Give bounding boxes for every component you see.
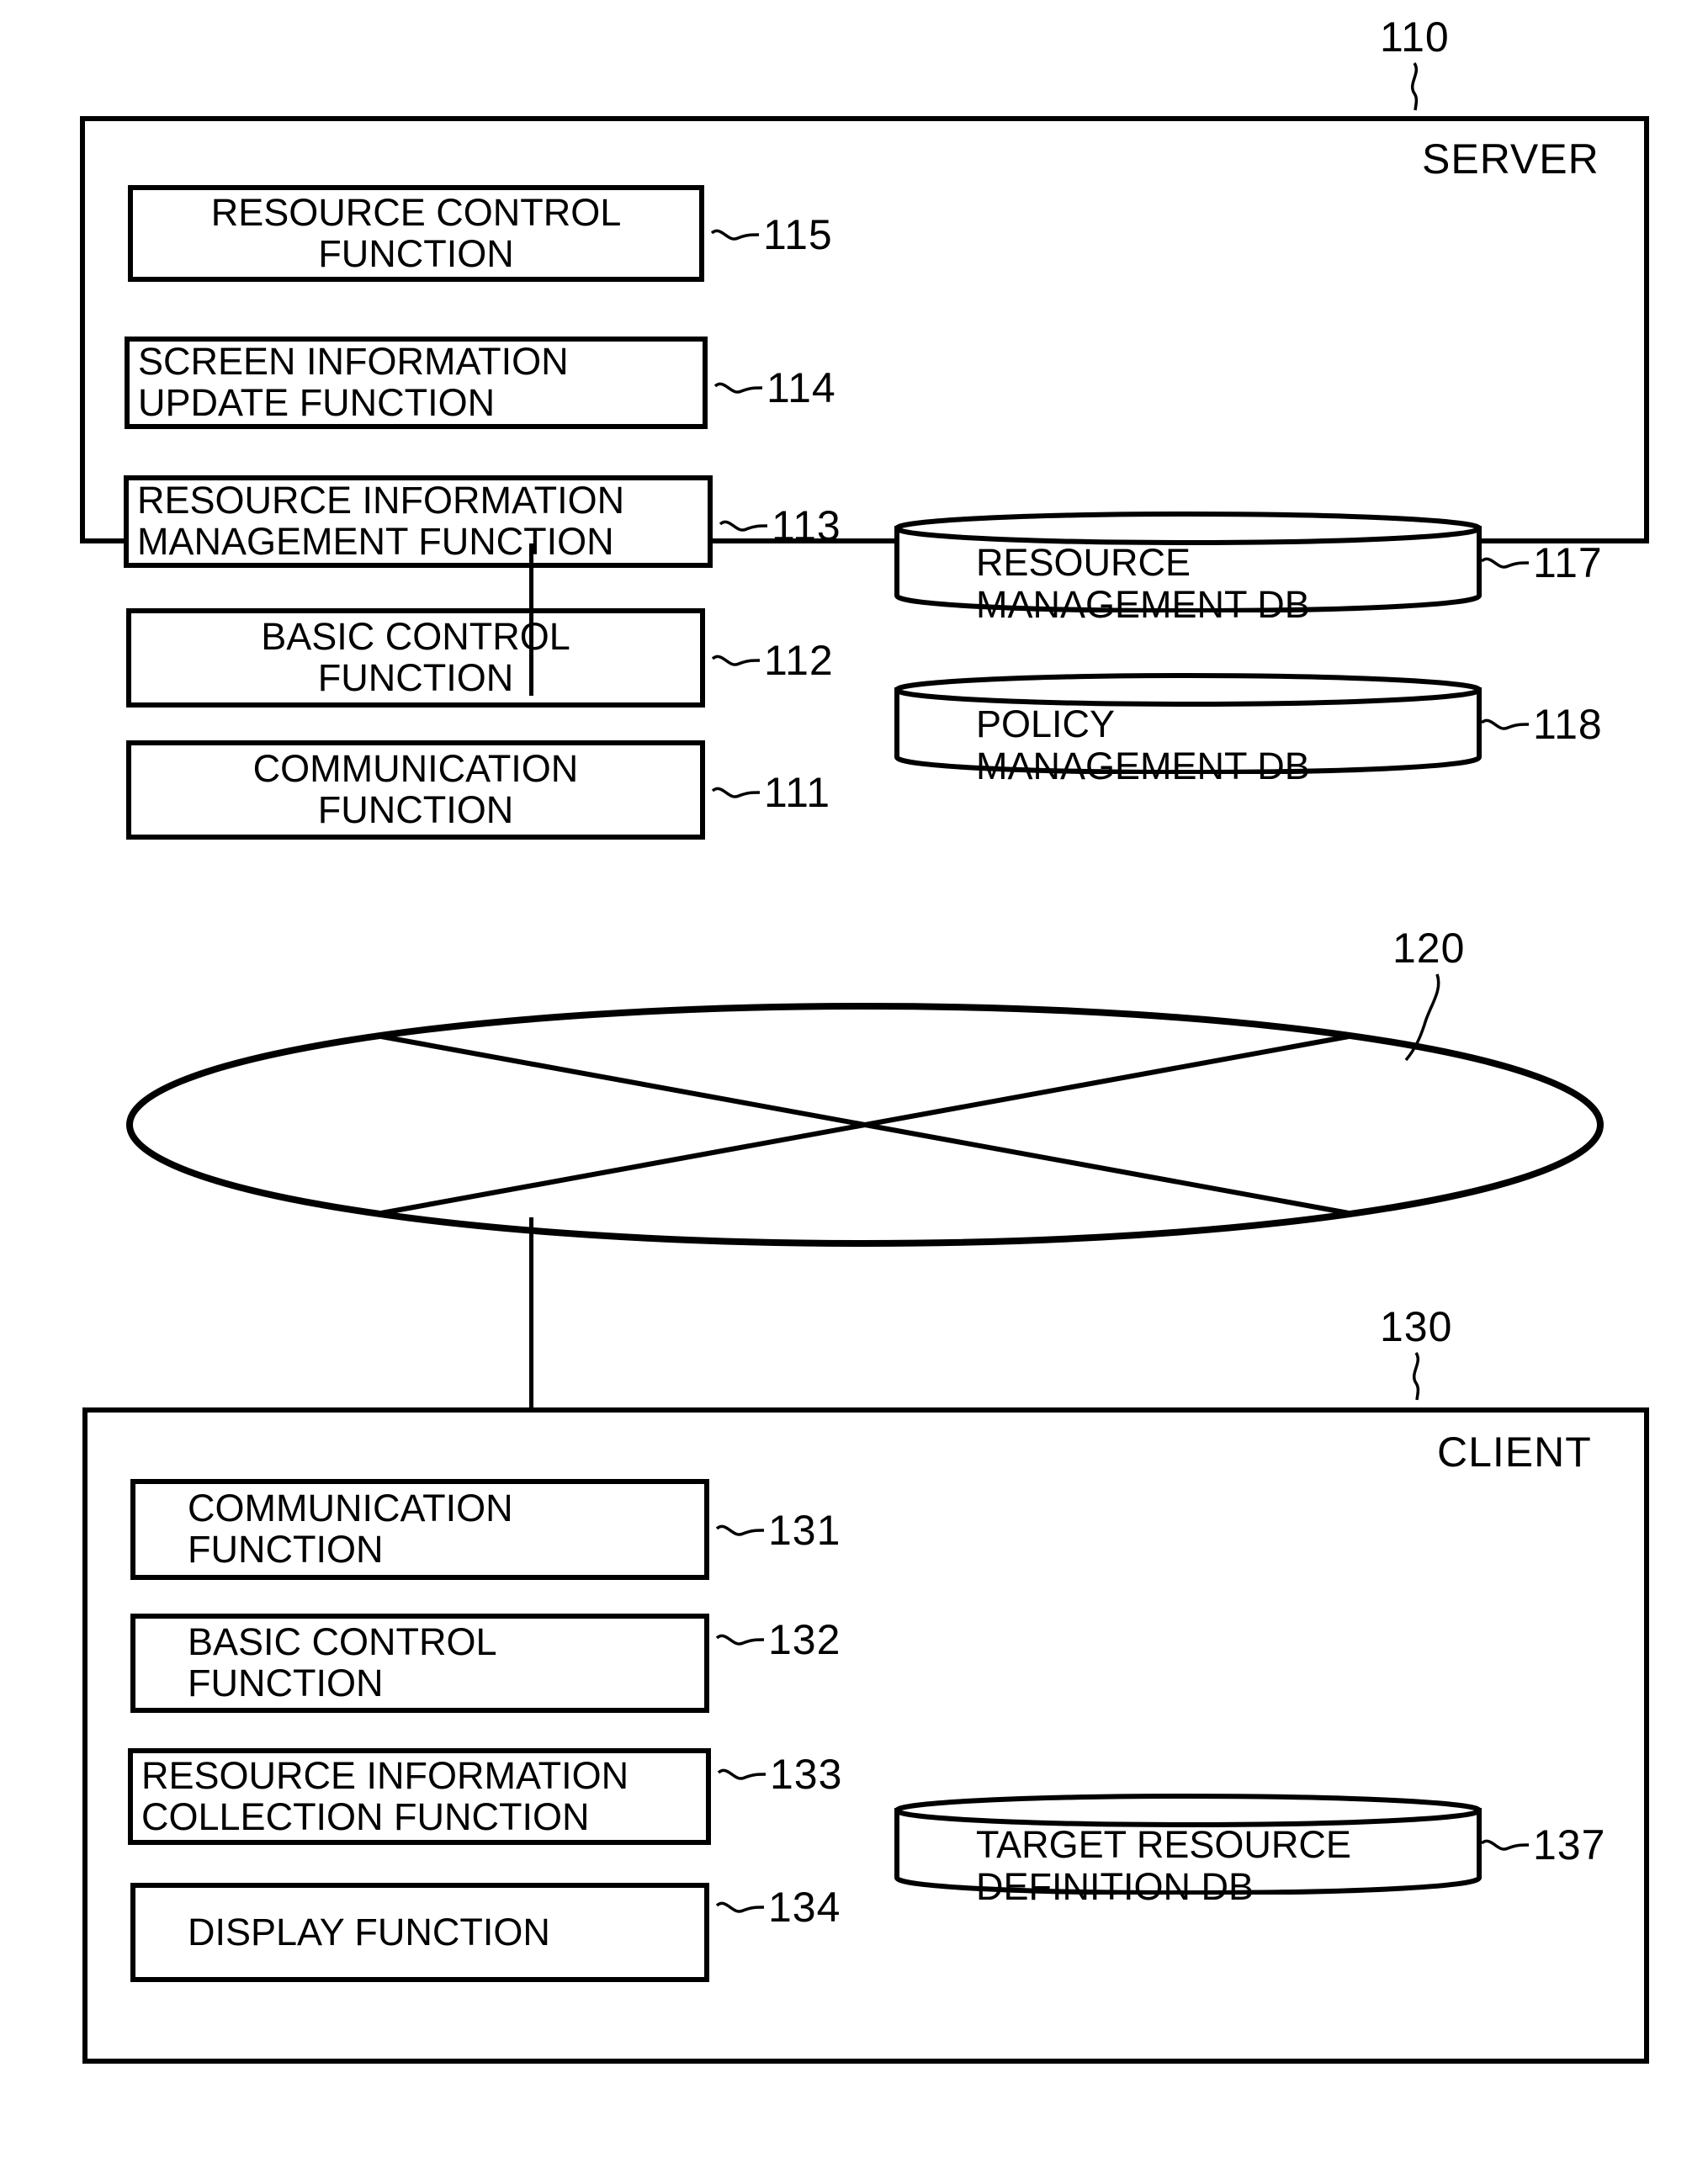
function-block-resource-information-management[interactable]: RESOURCE INFORMATION MANAGEMENT FUNCTION (124, 475, 713, 568)
function-block-screen-information-update[interactable]: SCREEN INFORMATION UPDATE FUNCTION (125, 337, 708, 429)
leader-line-icon (1411, 62, 1419, 111)
leader-line-icon (718, 1768, 766, 1780)
client-label: CLIENT (1437, 1429, 1592, 1476)
leader-line-icon (716, 1524, 765, 1536)
reference-callout-132: 132 (716, 1615, 841, 1664)
reference-number-133: 133 (770, 1751, 843, 1798)
leader-line-icon (719, 520, 768, 532)
function-block-label: RESOURCE INFORMATION COLLECTION FUNCTION (141, 1753, 629, 1838)
reference-number-111: 111 (764, 769, 831, 816)
server-label: SERVER (1422, 135, 1599, 183)
reference-callout-118: 118 (1481, 700, 1603, 749)
leader-line-icon (716, 1634, 765, 1646)
reference-number-118: 118 (1533, 701, 1603, 748)
database-resource-management[interactable]: RESOURCE MANAGEMENT DB (894, 512, 1483, 626)
reference-number-112: 112 (764, 637, 834, 684)
reference-callout-133: 133 (718, 1750, 842, 1799)
reference-number-115: 115 (763, 211, 833, 258)
figure-canvas: 110 SERVER RESOURCE CONTROL FUNCTION 115… (0, 0, 1708, 2168)
leader-line-icon (716, 1901, 765, 1913)
reference-callout-137: 137 (1481, 1821, 1605, 1869)
function-block-basic-control-server[interactable]: BASIC CONTROL FUNCTION (126, 608, 705, 708)
function-block-label: COMMUNICATION FUNCTION (188, 1487, 513, 1571)
database-target-resource-definition[interactable]: TARGET RESOURCE DEFINITION DB (894, 1794, 1483, 1908)
reference-callout-110: 110 (1380, 13, 1450, 112)
database-policy-management[interactable]: POLICY MANAGEMENT DB (894, 673, 1483, 787)
reference-number-113: 113 (772, 502, 841, 549)
leader-line-icon (711, 229, 760, 241)
reference-callout-115: 115 (711, 210, 833, 259)
network-cloud[interactable] (125, 1001, 1605, 1249)
reference-number-134: 134 (768, 1884, 841, 1931)
function-block-label: DISPLAY FUNCTION (188, 1910, 550, 1953)
reference-callout-131: 131 (716, 1506, 841, 1555)
function-block-label: RESOURCE INFORMATION MANAGEMENT FUNCTION (137, 479, 625, 563)
leader-line-icon (712, 655, 761, 666)
function-block-display[interactable]: DISPLAY FUNCTION (130, 1883, 709, 1982)
leader-line-icon (1481, 718, 1530, 730)
reference-number-114: 114 (766, 364, 836, 411)
database-label: RESOURCE MANAGEMENT DB (976, 541, 1310, 627)
function-block-resource-information-collection[interactable]: RESOURCE INFORMATION COLLECTION FUNCTION (128, 1748, 711, 1845)
reference-callout-130: 130 (1380, 1302, 1452, 1402)
reference-callout-120: 120 (1392, 924, 1465, 1063)
network-ellipse-icon (126, 1003, 1604, 1247)
function-block-label: SCREEN INFORMATION UPDATE FUNCTION (138, 340, 569, 424)
reference-number-130: 130 (1380, 1303, 1453, 1350)
function-block-basic-control-client[interactable]: BASIC CONTROL FUNCTION (130, 1614, 709, 1713)
function-block-label: BASIC CONTROL FUNCTION (261, 615, 570, 699)
database-label: POLICY MANAGEMENT DB (976, 702, 1310, 788)
reference-number-110: 110 (1380, 13, 1450, 61)
reference-number-120: 120 (1392, 925, 1466, 972)
reference-callout-111: 111 (712, 768, 830, 817)
leader-line-icon (712, 787, 761, 798)
leader-line-icon (1413, 1352, 1420, 1401)
function-block-label: COMMUNICATION FUNCTION (252, 747, 579, 831)
function-block-label: RESOURCE CONTROL FUNCTION (210, 190, 622, 275)
reference-number-137: 137 (1533, 1821, 1606, 1869)
function-block-label: BASIC CONTROL FUNCTION (188, 1620, 497, 1704)
reference-callout-112: 112 (712, 636, 834, 685)
reference-callout-117: 117 (1481, 538, 1603, 587)
leader-line-icon (714, 382, 763, 394)
reference-number-131: 131 (768, 1507, 841, 1554)
function-block-communication-server[interactable]: COMMUNICATION FUNCTION (126, 740, 705, 840)
reference-callout-113: 113 (719, 501, 841, 550)
leader-line-icon (1404, 973, 1440, 1062)
leader-line-icon (1481, 557, 1530, 569)
leader-line-icon (1481, 1839, 1530, 1851)
reference-callout-134: 134 (716, 1883, 841, 1932)
reference-callout-114: 114 (714, 363, 836, 412)
database-label: TARGET RESOURCE DEFINITION DB (976, 1823, 1351, 1909)
function-block-resource-control[interactable]: RESOURCE CONTROL FUNCTION (128, 185, 704, 282)
reference-number-117: 117 (1533, 539, 1603, 586)
function-block-communication-client[interactable]: COMMUNICATION FUNCTION (130, 1479, 709, 1580)
connector-server-to-network (529, 543, 533, 696)
reference-number-132: 132 (768, 1616, 841, 1663)
